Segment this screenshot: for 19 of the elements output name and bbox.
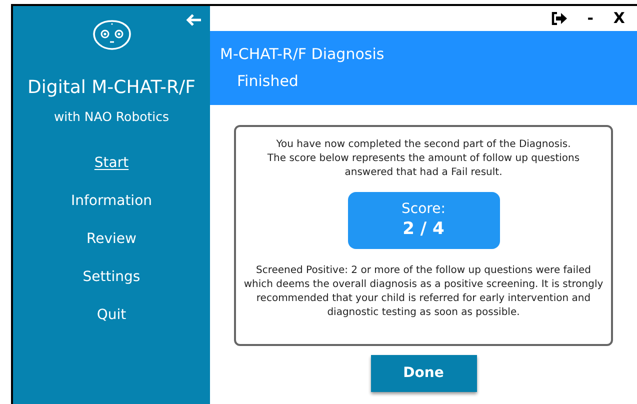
nav-link[interactable]: Information — [70, 190, 152, 212]
back-arrow-icon[interactable] — [186, 14, 202, 26]
intro-text: You have now completed the second part of the Diagnosis. The score below represents the amount of follow up questions answered that had a Fail result. — [266, 138, 581, 180]
app-subtitle: with NAO Robotics — [54, 108, 170, 126]
close-button[interactable]: X — [613, 11, 625, 26]
nav-link[interactable]: Start — [94, 152, 129, 174]
score-label: Score: — [402, 201, 446, 219]
page-title: M-CHAT-R/F Diagnosis — [220, 47, 386, 62]
app-title: Digital M-CHAT-R/F — [28, 77, 196, 100]
minimize-button[interactable]: - — [587, 11, 594, 26]
nav-link[interactable]: Review — [86, 228, 136, 250]
page-subtitle: Finished — [236, 74, 300, 89]
sign-out-icon[interactable] — [551, 12, 568, 25]
score-value: 2 / 4 — [402, 218, 444, 240]
robot-head-icon — [90, 19, 132, 51]
result-text: Screened Positive: 2 or more of the follow up questions were failed which deems the overall diagnosis as a positive screening. It is strongly recommended that your child is referred for early intervention and diagnostic testing as soon as possible. — [242, 264, 604, 320]
nav-link[interactable]: Quit — [96, 304, 126, 326]
nav-link[interactable]: Settings — [82, 266, 140, 288]
done-button[interactable]: Done — [370, 355, 476, 392]
